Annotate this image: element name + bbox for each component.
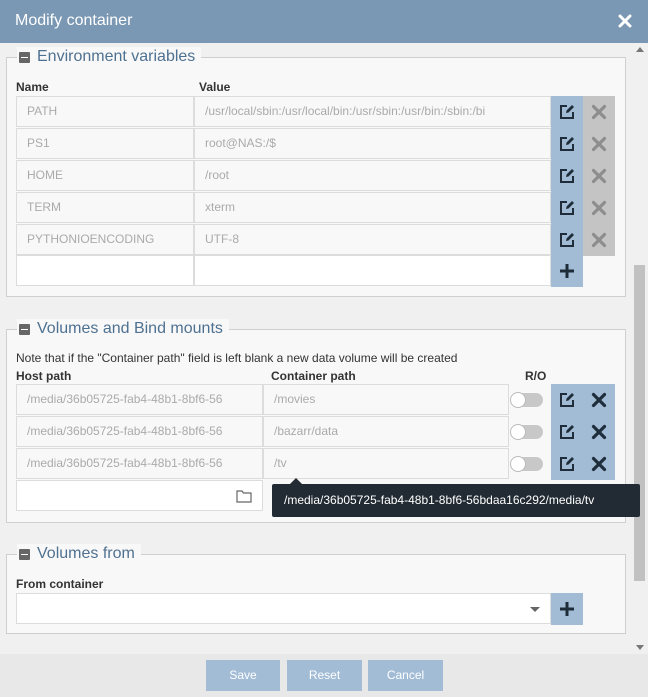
env-edit-button[interactable] — [551, 128, 583, 160]
env-delete-button[interactable] — [583, 160, 615, 192]
env-delete-button[interactable] — [583, 128, 615, 160]
edit-icon — [560, 233, 574, 247]
env-new-name-input[interactable] — [16, 255, 194, 286]
env-name-input[interactable]: TERM — [16, 192, 194, 223]
chevron-down-icon — [530, 607, 540, 612]
readonly-toggle[interactable] — [510, 392, 543, 408]
volumes-col-ro: R/O — [525, 369, 547, 383]
env-value-input[interactable]: /root — [194, 160, 551, 191]
volumes-col-host: Host path — [16, 369, 72, 383]
collapse-icon[interactable] — [19, 51, 30, 63]
volume-delete-button[interactable] — [583, 384, 615, 416]
folder-icon[interactable] — [236, 489, 252, 503]
edit-icon — [560, 457, 574, 471]
volumes-from-add-button[interactable] — [551, 593, 583, 625]
env-col-name: Name — [16, 80, 49, 94]
env-edit-button[interactable] — [551, 160, 583, 192]
delete-icon — [591, 392, 607, 408]
dialog-title: Modify container — [15, 12, 133, 29]
env-delete-button[interactable] — [583, 192, 615, 224]
env-edit-button[interactable] — [551, 96, 583, 128]
delete-icon — [591, 136, 607, 152]
collapse-icon[interactable] — [19, 323, 30, 335]
toggle-knob — [510, 456, 526, 472]
env-name-input[interactable]: HOME — [16, 160, 194, 191]
env-value-input[interactable]: /usr/local/sbin:/usr/local/bin:/usr/sbin… — [194, 96, 551, 127]
volume-container-input[interactable]: /tv — [263, 448, 509, 479]
dialog-footer: Save Reset Cancel — [0, 654, 648, 697]
volume-new-host-input[interactable] — [16, 480, 263, 511]
edit-icon — [560, 137, 574, 151]
volume-edit-button[interactable] — [551, 416, 583, 448]
env-value-input[interactable]: root@NAS:/$ — [194, 128, 551, 159]
env-value-input[interactable]: xterm — [194, 192, 551, 223]
delete-icon — [591, 232, 607, 248]
edit-icon — [560, 169, 574, 183]
toggle-knob — [510, 392, 526, 408]
volumes-note: Note that if the "Container path" field … — [16, 351, 458, 365]
env-name-input[interactable]: PS1 — [16, 128, 194, 159]
delete-icon — [591, 456, 607, 472]
save-button[interactable]: Save — [206, 660, 280, 691]
volumes-from-legend-text: Volumes from — [37, 545, 135, 562]
toggle-knob — [510, 424, 526, 440]
env-delete-button[interactable] — [583, 96, 615, 128]
env-delete-button[interactable] — [583, 224, 615, 256]
readonly-toggle[interactable] — [510, 456, 543, 472]
env-edit-button[interactable] — [551, 192, 583, 224]
env-legend-text: Environment variables — [37, 48, 196, 65]
volume-container-input[interactable]: /bazarr/data — [263, 416, 509, 447]
volumes-from-legend[interactable]: Volumes from — [17, 544, 141, 564]
volume-delete-button[interactable] — [583, 448, 615, 480]
env-name-input[interactable]: PYTHONIOENCODING — [16, 224, 194, 255]
dialog-titlebar: Modify container — [0, 0, 648, 43]
volume-host-input[interactable]: /media/36b05725-fab4-48b1-8bf6-56 — [16, 384, 263, 415]
close-icon[interactable] — [616, 12, 634, 30]
volume-host-input[interactable]: /media/36b05725-fab4-48b1-8bf6-56 — [16, 416, 263, 447]
volume-delete-button[interactable] — [583, 416, 615, 448]
cancel-button[interactable]: Cancel — [368, 660, 443, 691]
container-path-tooltip: /media/36b05725-fab4-48b1-8bf6-56bdaa16c… — [272, 478, 640, 517]
scrollbar[interactable] — [632, 43, 648, 654]
plus-icon — [560, 602, 574, 616]
env-value-input[interactable]: UTF-8 — [194, 224, 551, 255]
edit-icon — [560, 425, 574, 439]
edit-icon — [560, 105, 574, 119]
volumes-legend-text: Volumes and Bind mounts — [37, 320, 223, 337]
scroll-down-icon[interactable] — [636, 645, 644, 650]
reset-button[interactable]: Reset — [287, 660, 362, 691]
env-new-value-input[interactable] — [194, 255, 551, 286]
delete-icon — [591, 104, 607, 120]
from-container-select[interactable] — [16, 593, 551, 624]
scrollbar-thumb[interactable] — [634, 265, 645, 581]
volume-host-input[interactable]: /media/36b05725-fab4-48b1-8bf6-56 — [16, 448, 263, 479]
edit-icon — [560, 201, 574, 215]
env-edit-button[interactable] — [551, 224, 583, 256]
collapse-icon[interactable] — [19, 548, 30, 560]
volume-edit-button[interactable] — [551, 384, 583, 416]
delete-icon — [591, 424, 607, 440]
plus-icon — [560, 264, 574, 278]
volume-edit-button[interactable] — [551, 448, 583, 480]
env-legend[interactable]: Environment variables — [17, 47, 202, 67]
env-add-button[interactable] — [551, 255, 583, 287]
volumes-col-container: Container path — [271, 369, 356, 383]
env-col-value: Value — [199, 80, 231, 94]
delete-icon — [591, 200, 607, 216]
volumes-legend[interactable]: Volumes and Bind mounts — [17, 319, 229, 339]
readonly-toggle[interactable] — [510, 424, 543, 440]
volume-container-input[interactable]: /movies — [263, 384, 509, 415]
volumes-from-col: From container — [16, 577, 104, 591]
env-name-input[interactable]: PATH — [16, 96, 194, 127]
delete-icon — [591, 168, 607, 184]
scroll-up-icon[interactable] — [636, 47, 644, 52]
edit-icon — [560, 393, 574, 407]
